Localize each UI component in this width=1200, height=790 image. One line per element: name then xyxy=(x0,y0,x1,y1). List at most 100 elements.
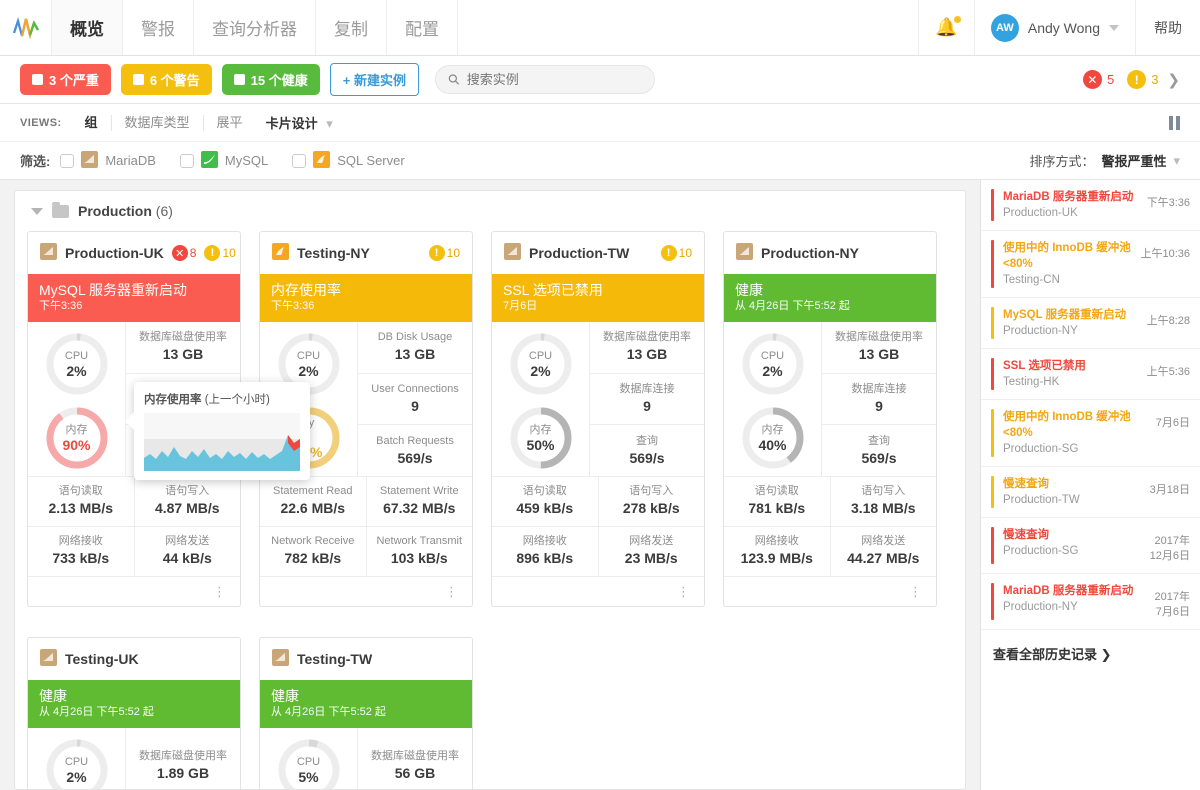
alert-item[interactable]: MariaDB 服务器重新启动Production-UK下午3:36 xyxy=(981,180,1200,231)
instance-card[interactable]: Production-NY健康从 4月26日 下午5:52 起CPU2%内存40… xyxy=(723,231,937,607)
search-input[interactable] xyxy=(467,72,642,87)
card-status-banner[interactable]: SSL 选项已禁用7月6日 xyxy=(492,274,704,322)
card-header: Production-UK✕8!10 xyxy=(28,232,240,274)
checkbox[interactable] xyxy=(180,154,194,168)
notifications-button[interactable]: 🔔 xyxy=(919,0,975,55)
alert-instance: Production-NY xyxy=(1003,599,1146,615)
search-instances[interactable] xyxy=(435,65,655,94)
checkbox[interactable] xyxy=(292,154,306,168)
view-all-history-link[interactable]: 查看全部历史记录 ❯ xyxy=(981,630,1200,677)
gauge-label-group: 内存90% xyxy=(43,404,111,472)
critical-filter-pill[interactable]: 3 个严重 xyxy=(20,64,111,95)
status-subtitle: 从 4月26日 下午5:52 起 xyxy=(735,299,925,314)
instance-card[interactable]: Production-TW!10SSL 选项已禁用7月6日CPU2%内存50%数… xyxy=(491,231,705,607)
filter-option-0[interactable]: MariaDB xyxy=(60,151,156,171)
metric-label: 网络发送 xyxy=(861,534,905,549)
filter-option-1[interactable]: MySQL xyxy=(180,151,268,171)
view-mode-0[interactable]: 组 xyxy=(72,115,112,131)
kpi-item: User Connections9 xyxy=(358,374,472,426)
card-status-banner[interactable]: 健康从 4月26日 下午5:52 起 xyxy=(724,274,936,322)
alert-instance: Production-SG xyxy=(1003,543,1146,559)
nav-tab-2[interactable]: 查询分析器 xyxy=(194,0,316,55)
warning-pill-label: 6 个警告 xyxy=(150,70,200,89)
filter-option-label: MySQL xyxy=(225,153,268,168)
badge-count: 10 xyxy=(222,246,235,260)
card-header: Production-NY xyxy=(724,232,936,274)
metric-value: 733 kB/s xyxy=(52,549,109,568)
view-mode-2[interactable]: 展平 xyxy=(204,115,256,131)
card-menu-button[interactable]: ⋮ xyxy=(724,576,936,606)
kpi-label: 数据库磁盘使用率 xyxy=(139,749,227,764)
alert-instance: Production-TW xyxy=(1003,492,1146,508)
card-status-banner[interactable]: 健康从 4月26日 下午5:52 起 xyxy=(260,680,472,728)
new-instance-button[interactable]: + 新建实例 xyxy=(330,63,419,96)
severity-bar xyxy=(991,240,994,288)
alert-item[interactable]: 使用中的 InnoDB 缓冲池<80%Testing-CN上午10:36 xyxy=(981,231,1200,298)
gauge-label-group: 内存50% xyxy=(507,404,575,472)
instance-card[interactable]: Testing-UK健康从 4月26日 下午5:52 起CPU2%内存35%数据… xyxy=(27,637,241,790)
alert-title: 慢速查询 xyxy=(1003,476,1146,492)
alert-item[interactable]: SSL 选项已禁用Testing-HK上午5:36 xyxy=(981,349,1200,400)
alerts-sidebar: MariaDB 服务器重新启动Production-UK下午3:36使用中的 I… xyxy=(980,180,1200,790)
critical-pill-label: 3 个严重 xyxy=(49,70,99,89)
user-menu[interactable]: AW Andy Wong xyxy=(975,0,1136,55)
kpi-item: 数据库磁盘使用率1.89 GB xyxy=(126,728,240,790)
card-design-selector[interactable]: 卡片设计 ▾ xyxy=(266,113,333,132)
sort-selector[interactable]: 排序方式：警报严重性 ▾ xyxy=(1029,151,1180,170)
app-logo[interactable] xyxy=(0,0,52,55)
card-status-banner[interactable]: MySQL 服务器重新启动下午3:36 xyxy=(28,274,240,322)
critical-badge-icon: ✕ xyxy=(172,245,188,261)
card-menu-button[interactable]: ⋮ xyxy=(492,576,704,606)
gauge-cpu: CPU2% xyxy=(43,736,111,790)
metric-cell: Statement Read22.6 MB/s xyxy=(260,477,366,526)
alert-item[interactable]: 慢速查询Production-TW3月18日 xyxy=(981,467,1200,518)
instance-card[interactable]: Testing-TW健康从 4月26日 下午5:52 起CPU5%内存35%数据… xyxy=(259,637,473,790)
kpi-value: 9 xyxy=(643,397,651,416)
alert-time: 下午3:36 xyxy=(1146,189,1190,211)
metric-cell: 语句读取459 kB/s xyxy=(492,477,598,526)
user-name: Andy Wong xyxy=(1028,20,1100,36)
db-type-icon xyxy=(40,243,57,263)
checkbox[interactable] xyxy=(60,154,74,168)
nav-tab-1[interactable]: 警报 xyxy=(123,0,194,55)
alert-text: SSL 选项已禁用Testing-HK xyxy=(1003,358,1146,390)
alert-list: MariaDB 服务器重新启动Production-UK下午3:36使用中的 I… xyxy=(981,180,1200,630)
pause-refresh-button[interactable] xyxy=(1169,116,1180,130)
help-link[interactable]: 帮助 xyxy=(1136,0,1200,55)
healthy-filter-pill[interactable]: 15 个健康 xyxy=(222,64,320,95)
kpi-label: 数据库连接 xyxy=(620,382,675,397)
nav-tab-3[interactable]: 复制 xyxy=(316,0,387,55)
gauge-label: CPU xyxy=(65,349,88,363)
card-header: Testing-UK xyxy=(28,638,240,680)
tooltip-period: (上一个小时) xyxy=(205,394,270,406)
alert-item[interactable]: MySQL 服务器重新启动Production-NY上午8:28 xyxy=(981,298,1200,349)
metric-label: Network Receive xyxy=(271,534,354,549)
warning-badge-icon: ! xyxy=(204,245,220,261)
kpi-label: 数据库磁盘使用率 xyxy=(835,330,923,345)
instance-card-list: Production-UK✕8!10MySQL 服务器重新启动下午3:36 CPU… xyxy=(27,231,953,790)
gauge-memory: 内存90% xyxy=(43,404,111,472)
filter-option-2[interactable]: SQL Server xyxy=(292,151,404,171)
instance-name: Testing-NY xyxy=(297,245,421,261)
nav-tabs: 概览警报查询分析器复制配置 xyxy=(52,0,458,55)
nav-tab-0[interactable]: 概览 xyxy=(52,0,123,55)
nav-tab-4[interactable]: 配置 xyxy=(387,0,458,55)
alert-item[interactable]: 使用中的 InnoDB 缓冲池<80%Production-SG7月6日 xyxy=(981,400,1200,467)
view-mode-1[interactable]: 数据库类型 xyxy=(112,115,204,131)
card-metrics: CPU5%内存35%数据库磁盘使用率56 GB数据库连接18 xyxy=(260,728,472,790)
metric-cell: 语句写入4.87 MB/s xyxy=(134,477,241,526)
expand-alerts-chevron-icon[interactable]: ❯ xyxy=(1167,71,1180,89)
card-status-banner[interactable]: 内存使用率下午3:36 xyxy=(260,274,472,322)
card-menu-button[interactable]: ⋮ xyxy=(260,576,472,606)
gauge-label: CPU xyxy=(297,755,320,769)
card-status-banner[interactable]: 健康从 4月26日 下午5:52 起 xyxy=(28,680,240,728)
gauge-value: 2% xyxy=(66,769,86,786)
warning-square-icon xyxy=(133,74,144,85)
alert-time: 上午8:28 xyxy=(1146,307,1190,329)
collapse-triangle-icon[interactable] xyxy=(31,208,43,215)
card-menu-button[interactable]: ⋮ xyxy=(28,576,240,606)
views-label: VIEWS: xyxy=(20,117,62,129)
alert-item[interactable]: MariaDB 服务器重新启动Production-NY2017年 7月6日 xyxy=(981,574,1200,630)
warning-filter-pill[interactable]: 6 个警告 xyxy=(121,64,212,95)
alert-item[interactable]: 慢速查询Production-SG2017年 12月6日 xyxy=(981,518,1200,574)
